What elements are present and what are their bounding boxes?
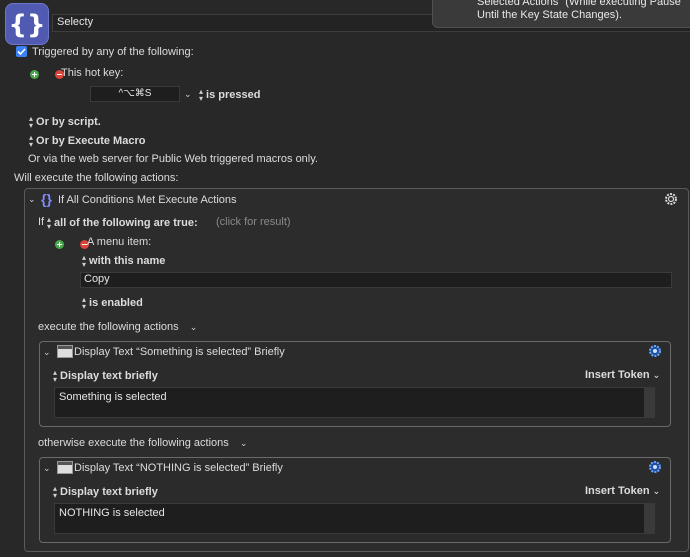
if-collapse-chevron-icon[interactable]: ⌄ bbox=[28, 194, 36, 205]
else-chevron-down-icon: ⌄ bbox=[239, 438, 248, 448]
then-insert-token-button[interactable]: Insert Token ⌄ bbox=[585, 369, 660, 381]
tooltip-line-2: Until the Key State Changes). bbox=[477, 9, 622, 21]
click-for-result[interactable]: (click for result) bbox=[216, 216, 291, 228]
triggered-checkbox[interactable] bbox=[16, 46, 27, 57]
condition-mode-popup[interactable]: ▴ ▾ all of the following are true: bbox=[47, 215, 198, 231]
else-action-title: Display Text “NOTHING is selected” Brief… bbox=[74, 462, 283, 474]
is-enabled-label: is enabled bbox=[89, 296, 143, 309]
updown-icon: ▴ ▾ bbox=[47, 215, 52, 231]
updown-icon: ▴ ▾ bbox=[82, 295, 87, 311]
add-condition-plus-icon[interactable] bbox=[55, 239, 64, 249]
tooltip-line-1: Selected Actions" (While executing Pause bbox=[477, 0, 681, 8]
or-by-script-popup[interactable]: ▴ ▾ Or by script. bbox=[29, 114, 101, 130]
else-label[interactable]: otherwise execute the following actions … bbox=[38, 437, 247, 449]
then-mode-label: Display text briefly bbox=[60, 369, 158, 382]
then-scrollbar[interactable] bbox=[644, 388, 654, 417]
updown-icon: ▴ ▾ bbox=[82, 253, 87, 269]
chevron-down-icon: ⌄ bbox=[652, 486, 661, 496]
add-trigger-plus-icon[interactable] bbox=[30, 69, 39, 79]
else-insert-token-button[interactable]: Insert Token ⌄ bbox=[585, 485, 660, 497]
hotkey-value: ^⌥⌘S bbox=[118, 88, 152, 99]
updown-icon: ▴ ▾ bbox=[199, 87, 204, 103]
or-web-label: Or via the web server for Public Web tri… bbox=[28, 153, 318, 165]
svg-text:{}: {} bbox=[8, 10, 45, 40]
is-enabled-popup[interactable]: ▴ ▾ is enabled bbox=[82, 295, 143, 311]
else-collapse-chevron-icon[interactable]: ⌄ bbox=[43, 463, 51, 474]
with-name-label: with this name bbox=[89, 254, 166, 267]
else-insert-token-label: Insert Token bbox=[585, 485, 650, 497]
hotkey-chevron-down-icon[interactable]: ⌄ bbox=[184, 89, 192, 100]
then-label[interactable]: execute the following actions ⌄ bbox=[38, 321, 197, 333]
or-execute-macro-popup[interactable]: ▴ ▾ Or by Execute Macro bbox=[29, 133, 146, 149]
then-action-panel[interactable]: ⌄ Display Text “Something is selected” B… bbox=[39, 341, 671, 427]
then-insert-token-label: Insert Token bbox=[585, 369, 650, 381]
else-scrollbar[interactable] bbox=[644, 504, 654, 533]
then-chevron-down-icon: ⌄ bbox=[189, 322, 198, 332]
then-mode-popup[interactable]: ▴ ▾ Display text briefly bbox=[53, 368, 158, 384]
updown-icon: ▴ ▾ bbox=[53, 484, 58, 500]
macro-name: Selecty bbox=[57, 16, 94, 28]
else-action-panel[interactable]: ⌄ Display Text “NOTHING is selected” Bri… bbox=[39, 457, 671, 543]
if-action-title: If All Conditions Met Execute Actions bbox=[58, 194, 237, 206]
or-execute-macro-label: Or by Execute Macro bbox=[36, 134, 146, 147]
menu-name-field[interactable]: Copy bbox=[80, 272, 672, 288]
actions-heading: Will execute the following actions: bbox=[14, 172, 179, 184]
tooltip: Selected Actions" (While executing Pause… bbox=[432, 0, 690, 28]
updown-icon: ▴ ▾ bbox=[29, 133, 34, 149]
checkmark-icon bbox=[17, 48, 26, 56]
hotkey-state-popup[interactable]: ▴ ▾ is pressed bbox=[199, 87, 261, 103]
with-name-popup[interactable]: ▴ ▾ with this name bbox=[82, 253, 166, 269]
else-mode-popup[interactable]: ▴ ▾ Display text briefly bbox=[53, 484, 158, 500]
else-text-value: NOTHING is selected bbox=[59, 507, 165, 519]
if-action-panel[interactable]: ⌄ {} If All Conditions Met Execute Actio… bbox=[24, 188, 689, 552]
condition-mode-label: all of the following are true: bbox=[54, 216, 198, 229]
if-braces-icon: {} bbox=[41, 191, 52, 207]
updown-icon: ▴ ▾ bbox=[29, 114, 34, 130]
else-label-text: otherwise execute the following actions bbox=[38, 437, 229, 449]
hotkey-state-label: is pressed bbox=[206, 88, 261, 101]
hotkey-label: This hot key: bbox=[61, 67, 124, 79]
then-text-value: Something is selected bbox=[59, 391, 167, 403]
triggered-label: Triggered by any of the following: bbox=[32, 46, 194, 58]
hotkey-field[interactable]: ^⌥⌘S bbox=[90, 86, 180, 102]
menu-item-label: A menu item: bbox=[87, 236, 152, 248]
chevron-down-icon: ⌄ bbox=[652, 370, 661, 380]
else-mode-label: Display text briefly bbox=[60, 485, 158, 498]
then-label-text: execute the following actions bbox=[38, 321, 179, 333]
or-by-script-label: Or by script. bbox=[36, 115, 101, 128]
if-gear-icon[interactable] bbox=[664, 192, 678, 206]
then-gear-icon[interactable] bbox=[648, 344, 662, 358]
menu-name-value: Copy bbox=[84, 273, 110, 285]
then-text-area[interactable]: Something is selected bbox=[54, 387, 655, 418]
updown-icon: ▴ ▾ bbox=[53, 368, 58, 384]
then-action-title: Display Text “Something is selected” Bri… bbox=[74, 346, 285, 358]
then-collapse-chevron-icon[interactable]: ⌄ bbox=[43, 347, 51, 358]
macro-braces-icon[interactable]: {} bbox=[5, 3, 49, 45]
else-text-area[interactable]: NOTHING is selected bbox=[54, 503, 655, 534]
if-word: If bbox=[38, 216, 45, 228]
else-gear-icon[interactable] bbox=[648, 460, 662, 474]
